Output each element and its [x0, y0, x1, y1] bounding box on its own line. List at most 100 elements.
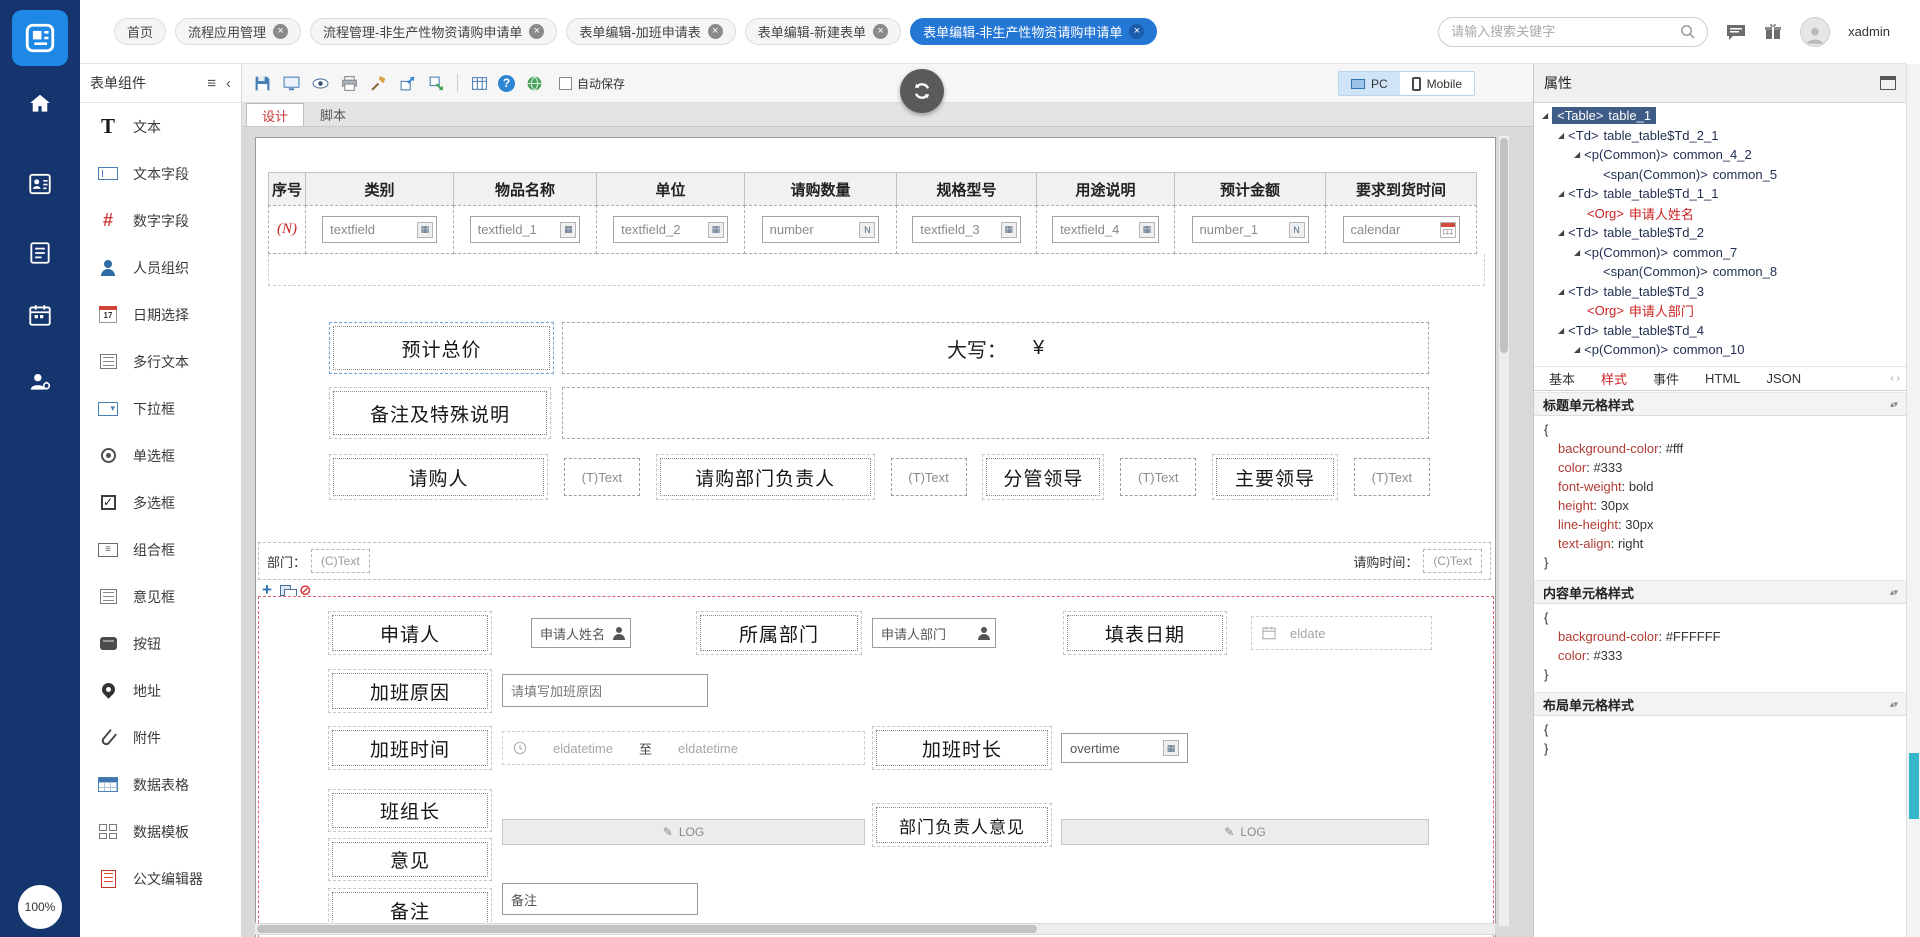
tab-scroll-icons[interactable]: ‹ › [1891, 373, 1900, 384]
applicant-cell[interactable]: 申请人 [328, 611, 492, 655]
zoom-badge[interactable]: 100% [18, 885, 62, 929]
applicant-name-input[interactable]: 申请人姓名 [531, 618, 631, 648]
tree-node-td[interactable]: ◢<Td>table_table$Td_1_1 [1534, 184, 1906, 204]
amount-in-words-cell[interactable]: 大写：¥ [562, 322, 1429, 374]
column-header[interactable]: 物品名称 [453, 172, 597, 206]
expand-icon[interactable]: ◢ [1574, 248, 1580, 257]
collapse-icon[interactable]: ‹ [226, 75, 231, 92]
gift-icon[interactable] [1764, 23, 1782, 41]
expand-icon[interactable]: ◢ [1574, 150, 1580, 159]
component-item-text[interactable]: T文本 [80, 103, 241, 150]
remark-empty-cell[interactable] [562, 387, 1429, 439]
close-icon[interactable]: × [873, 24, 888, 39]
rail-nav-forms[interactable] [18, 231, 62, 275]
textfield-widget[interactable]: textfield_1▦ [470, 216, 581, 243]
tab-json[interactable]: JSON [1753, 371, 1814, 386]
calendar-widget[interactable]: calendar [1343, 216, 1460, 243]
component-item-numberfield[interactable]: #数字字段 [80, 197, 241, 244]
expand-icon[interactable]: ◢ [1558, 228, 1564, 237]
message-icon[interactable] [1726, 23, 1746, 41]
opinion-label[interactable]: 意见 [332, 842, 488, 877]
column-header[interactable]: 单位 [596, 172, 745, 206]
tab-form-edit-request[interactable]: 表单编辑-非生产性物资请购申请单× [910, 18, 1157, 45]
column-header[interactable]: 类别 [305, 172, 454, 206]
department-text-widget[interactable]: (C)Text [311, 549, 370, 573]
fill-date-cell[interactable]: 填表日期 [1063, 611, 1227, 655]
tab-style[interactable]: 样式 [1588, 369, 1640, 388]
column-header[interactable]: 规格型号 [896, 172, 1037, 206]
tab-events[interactable]: 事件 [1640, 369, 1692, 388]
device-mobile-button[interactable]: Mobile [1400, 72, 1474, 95]
component-item-datatemplate[interactable]: 数据模板 [80, 808, 241, 855]
requester-cell[interactable]: 请购人 [329, 454, 548, 500]
search-box[interactable] [1438, 17, 1708, 47]
collapse-arrows-icon[interactable]: ▴▾ [1890, 699, 1897, 710]
leader-log-button[interactable]: ✎LOG [502, 819, 865, 845]
text-widget[interactable]: (T)Text [564, 458, 640, 496]
import-icon[interactable] [426, 73, 446, 93]
close-icon[interactable]: × [529, 24, 544, 39]
total-price-cell[interactable]: 预计总价 [329, 322, 554, 374]
component-item-checkbox[interactable]: ✓多选框 [80, 479, 241, 526]
fill-date-label[interactable]: 填表日期 [1067, 615, 1223, 651]
column-header[interactable]: 序号 [268, 172, 306, 206]
manager-opinion-cell[interactable]: 部门负责人意见 [872, 803, 1052, 847]
component-item-multiline[interactable]: 多行文本 [80, 338, 241, 385]
tree-node-td[interactable]: ◢<Td>table_table$Td_2_1 [1534, 126, 1906, 146]
main-leader-cell[interactable]: 主要领导 [1212, 454, 1338, 500]
tab-form-edit-new[interactable]: 表单编辑-新建表单× [745, 18, 901, 45]
username[interactable]: xadmin [1848, 24, 1890, 39]
department-label[interactable]: 所属部门 [700, 615, 858, 651]
main-leader-label[interactable]: 主要领导 [1216, 458, 1334, 496]
number-widget[interactable]: number_1N [1192, 216, 1309, 243]
print-icon[interactable] [339, 73, 359, 93]
column-header[interactable]: 用途说明 [1036, 172, 1175, 206]
canvas-horizontal-scrollbar[interactable] [254, 923, 1496, 935]
tab-form-edit-overtime[interactable]: 表单编辑-加班申请表× [566, 18, 735, 45]
table-icon[interactable] [469, 73, 489, 93]
tree-node-p[interactable]: ◢<p(Common)>common_4_2 [1534, 145, 1906, 165]
magic-tool-icon[interactable] [368, 73, 388, 93]
export-icon[interactable] [397, 73, 417, 93]
section-header-title-cell[interactable]: 标题单元格样式▴▾ [1534, 392, 1906, 416]
section-header-content-cell[interactable]: 内容单元格样式▴▾ [1534, 580, 1906, 604]
request-time-text-widget[interactable]: (C)Text [1423, 549, 1482, 573]
text-widget[interactable]: (T)Text [1120, 458, 1196, 496]
empty-table-row[interactable] [268, 254, 1485, 286]
preview-icon[interactable] [281, 73, 301, 93]
component-item-org[interactable]: 人员组织 [80, 244, 241, 291]
search-icon[interactable] [1680, 24, 1695, 39]
panel-toggle-icon[interactable] [1880, 76, 1896, 90]
textfield-widget[interactable]: textfield_2▦ [613, 216, 728, 243]
expand-icon[interactable]: ◢ [1558, 189, 1564, 198]
note-input[interactable]: 备注 [502, 883, 698, 915]
autosave-checkbox[interactable] [559, 77, 572, 90]
manager-opinion-label[interactable]: 部门负责人意见 [876, 807, 1048, 843]
component-item-doceditor[interactable]: 公文编辑器 [80, 855, 241, 902]
eldate-widget[interactable]: eldate [1251, 616, 1432, 650]
dept-head-cell[interactable]: 请购部门负责人 [656, 454, 875, 500]
overtime-reason-cell[interactable]: 加班原因 [328, 669, 492, 713]
collapse-arrows-icon[interactable]: ▴▾ [1890, 587, 1897, 598]
tree-node-p[interactable]: ◢<p(Common)>common_10 [1534, 340, 1906, 360]
number-widget[interactable]: numberN [762, 216, 880, 243]
copy-icon[interactable] [280, 585, 291, 596]
tab-home[interactable]: 首页 [114, 18, 166, 45]
expand-icon[interactable]: ◢ [1558, 326, 1564, 335]
close-icon[interactable]: × [273, 24, 288, 39]
dept-head-label[interactable]: 请购部门负责人 [660, 458, 871, 496]
scrollbar-thumb[interactable] [257, 925, 1037, 933]
tree-node-span[interactable]: <span(Common)>common_8 [1534, 262, 1906, 282]
component-item-datepicker[interactable]: 17日期选择 [80, 291, 241, 338]
branch-leader-cell[interactable]: 分管领导 [982, 454, 1104, 500]
tree-node-td[interactable]: ◢<Td>table_table$Td_2 [1534, 223, 1906, 243]
tab-process-app-mgmt[interactable]: 流程应用管理× [175, 18, 301, 45]
section-header-layout-cell[interactable]: 布局单元格样式▴▾ [1534, 692, 1906, 716]
column-header[interactable]: 请购数量 [744, 172, 897, 206]
expand-icon[interactable]: ◢ [1542, 111, 1548, 120]
remark-cell[interactable]: 备注及特殊说明 [329, 387, 551, 439]
rail-nav-home[interactable] [18, 82, 62, 126]
overtime-reason-input[interactable]: 请填写加班原因 [502, 674, 708, 707]
css-editor-layout-cell[interactable]: { } [1534, 716, 1906, 766]
index-cell[interactable]: (N) [268, 205, 306, 254]
